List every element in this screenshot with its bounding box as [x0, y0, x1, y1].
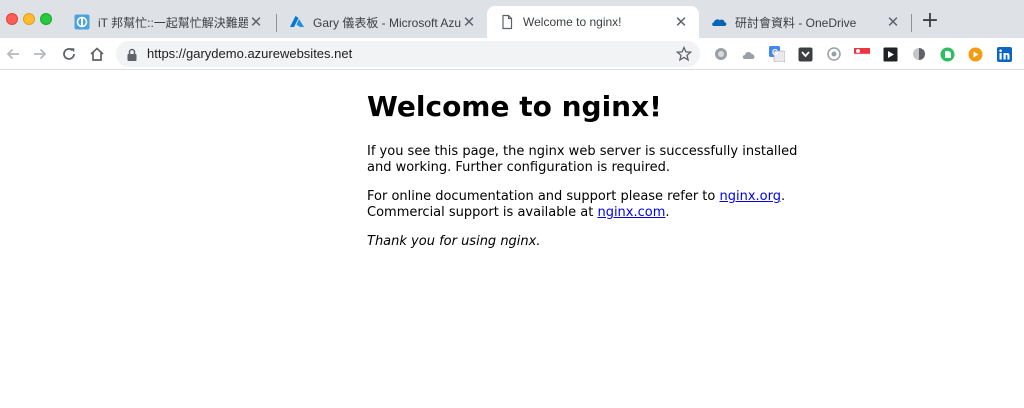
thanks-paragraph: Thank you for using nginx. — [367, 234, 817, 250]
eye-extension-icon[interactable] — [826, 46, 842, 62]
docs-paragraph: For online documentation and support ple… — [367, 189, 817, 221]
thanks-text: Thank you for using nginx. — [367, 234, 541, 249]
page-heading: Welcome to nginx! — [367, 90, 662, 123]
singapore-flag-icon[interactable] — [854, 46, 870, 62]
cloud-extension-icon[interactable] — [741, 46, 757, 62]
new-tab-button[interactable]: + — [918, 10, 942, 34]
back-arrow-icon — [6, 48, 19, 60]
tab-title: iT 邦幫忙::一起幫忙解決難題，拯 — [98, 15, 248, 30]
forward-button[interactable] — [28, 42, 52, 66]
nginx-com-link[interactable]: nginx.com — [597, 205, 665, 220]
linkedin-icon[interactable] — [996, 46, 1012, 62]
tab-ithome[interactable]: iT 邦幫忙::一起幫忙解決難題，拯 ✕ — [62, 6, 274, 38]
forward-arrow-icon — [34, 48, 47, 60]
bookmark-star-icon[interactable] — [675, 45, 693, 66]
tab-close-button[interactable]: ✕ — [673, 14, 689, 30]
toolbar: https://garydemo.azurewebsites.net G — [0, 38, 1024, 70]
reload-button[interactable] — [57, 42, 81, 66]
orange-play-icon[interactable] — [967, 46, 983, 62]
home-button[interactable] — [85, 42, 109, 66]
tab-strip: iT 邦幫忙::一起幫忙解決難題，拯 ✕ Gary 儀表板 - Microsof… — [0, 0, 1024, 38]
page-icon — [499, 14, 515, 30]
reload-icon — [63, 48, 75, 60]
tab-title: Welcome to nginx! — [523, 15, 622, 29]
pocket-extension-icon[interactable] — [797, 46, 813, 62]
tab-title: 研討會資料 - OneDrive — [735, 15, 857, 30]
lock-icon[interactable] — [126, 47, 138, 66]
docs-text: For online documentation and support ple… — [367, 189, 720, 204]
address-bar[interactable]: https://garydemo.azurewebsites.net — [116, 41, 700, 67]
window-minimize-button[interactable] — [23, 13, 35, 25]
tab-title: Gary 儀表板 - Microsoft Azure — [313, 15, 461, 30]
tab-close-button[interactable]: ✕ — [885, 14, 901, 30]
window-close-button[interactable] — [6, 13, 18, 25]
ithome-icon — [74, 14, 90, 30]
back-button[interactable] — [1, 42, 25, 66]
tab-azure[interactable]: Gary 儀表板 - Microsoft Azure ✕ — [277, 6, 487, 38]
nginx-org-link[interactable]: nginx.org — [719, 189, 781, 204]
dark-extension-icon[interactable] — [911, 46, 927, 62]
tab-separator — [911, 14, 912, 32]
home-icon — [90, 47, 104, 61]
tab-nginx[interactable]: Welcome to nginx! ✕ — [487, 6, 699, 38]
onedrive-icon — [711, 14, 727, 30]
commercial-period: . — [665, 205, 670, 220]
page-content: Welcome to nginx! If you see this page, … — [367, 90, 817, 263]
svg-text:G: G — [772, 48, 778, 57]
docs-period: . — [780, 189, 786, 204]
evernote-icon[interactable] — [939, 46, 955, 62]
azure-icon — [289, 14, 305, 30]
commercial-text: Commercial support is available at — [367, 205, 598, 220]
window-zoom-button[interactable] — [40, 13, 52, 25]
tab-onedrive[interactable]: 研討會資料 - OneDrive ✕ — [699, 6, 911, 38]
intro-paragraph: If you see this page, the nginx web serv… — [367, 144, 798, 175]
grey-circle-extension-icon[interactable] — [713, 46, 729, 62]
media-extension-icon[interactable] — [882, 46, 898, 62]
google-translate-icon[interactable]: G — [769, 46, 785, 62]
tab-close-button[interactable]: ✕ — [248, 14, 264, 30]
tab-close-button[interactable]: ✕ — [461, 14, 477, 30]
url-text[interactable]: https://garydemo.azurewebsites.net — [147, 41, 352, 67]
